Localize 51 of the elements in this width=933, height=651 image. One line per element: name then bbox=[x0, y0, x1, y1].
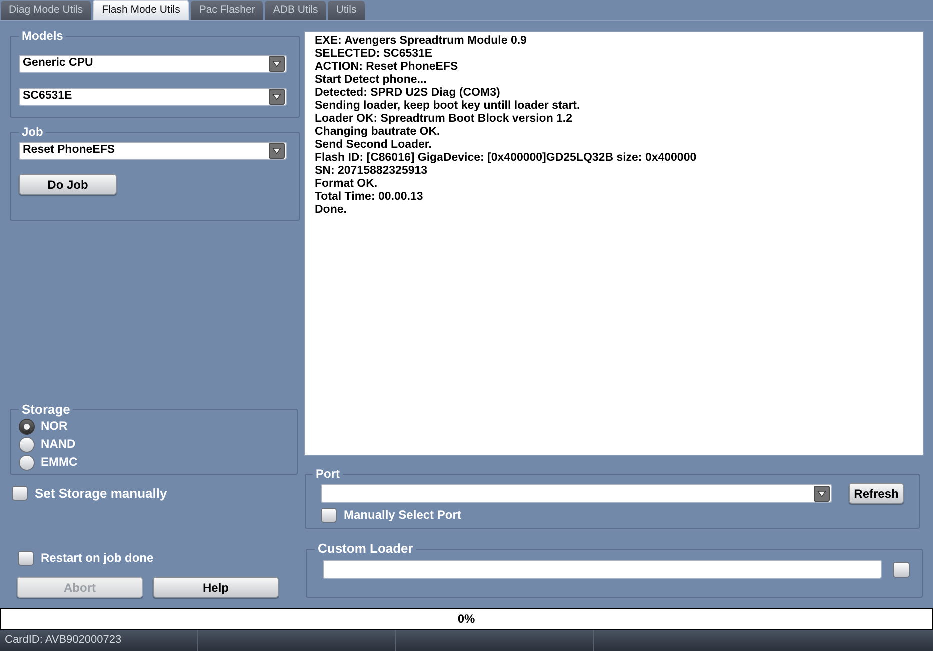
caret-icon bbox=[269, 143, 285, 159]
progress-label: 0% bbox=[458, 611, 476, 628]
log-line: Changing bautrate OK. bbox=[315, 126, 442, 139]
log-line: Start Detect phone... bbox=[315, 74, 428, 87]
checkbox-label: Manually Select Port bbox=[344, 507, 462, 524]
log-line: Sending loader, keep boot key untill loader start. bbox=[315, 100, 582, 113]
checkbox[interactable] bbox=[321, 508, 337, 522]
tab[interactable]: Flash Mode Utils bbox=[93, 0, 190, 20]
log-line: Done. bbox=[315, 204, 348, 217]
radio-label: EMMC bbox=[41, 455, 78, 470]
group-title: Job bbox=[21, 126, 44, 139]
loader-path-field[interactable] bbox=[323, 560, 882, 579]
card-id-label: CardID: AVB902000723 bbox=[5, 633, 122, 648]
group-title: Port bbox=[315, 468, 341, 481]
log-line: Flash ID: [C86016] GigaDevice: [0x400000]GD25LQ32B size: 0x400000 bbox=[315, 152, 698, 165]
tab[interactable]: Diag Mode Utils bbox=[1, 1, 92, 20]
action-button[interactable]: Help bbox=[153, 577, 279, 598]
job-dropdown[interactable]: Reset PhoneEFS bbox=[19, 142, 287, 160]
log-line: Detected: SPRD U2S Diag (COM3) bbox=[315, 87, 502, 100]
refresh-button[interactable]: Refresh bbox=[849, 483, 904, 504]
group-title: Models bbox=[21, 30, 64, 43]
port-dropdown[interactable] bbox=[321, 484, 832, 503]
group-title: Custom Loader bbox=[317, 541, 414, 557]
caret-icon bbox=[269, 89, 285, 105]
radio-button[interactable] bbox=[19, 436, 35, 452]
checkbox[interactable] bbox=[18, 550, 34, 566]
checkbox[interactable] bbox=[12, 486, 28, 501]
checkbox-label: Restart on job done bbox=[41, 550, 154, 567]
group-title: Storage bbox=[21, 402, 72, 416]
caret-icon bbox=[269, 56, 285, 72]
log-line: Loader OK: Spreadtrum Boot Block version 1.2 bbox=[315, 113, 574, 126]
log-line: Send Second Loader. bbox=[315, 139, 433, 152]
log-line: Total Time: 00.00.13 bbox=[315, 191, 424, 204]
log-line: Format OK. bbox=[315, 178, 379, 191]
radio-label: NOR bbox=[41, 419, 68, 434]
log-line: SELECTED: SC6531E bbox=[315, 48, 434, 61]
do-job-button[interactable]: Do Job bbox=[19, 174, 117, 195]
checkbox[interactable] bbox=[893, 562, 910, 578]
model-dropdown[interactable]: Generic CPU bbox=[19, 55, 287, 73]
radio-label: NAND bbox=[41, 437, 76, 452]
tab[interactable]: ADB Utils bbox=[265, 1, 326, 20]
log-line: ACTION: Reset PhoneEFS bbox=[315, 61, 460, 74]
tab[interactable]: Utils bbox=[328, 1, 365, 20]
log-line: EXE: Avengers Spreadtrum Module 0.9 bbox=[315, 35, 528, 48]
caret-icon bbox=[814, 486, 830, 502]
tab[interactable]: Pac Flasher bbox=[191, 1, 264, 20]
log-line: SN: 20715882325913 bbox=[315, 165, 429, 178]
radio-button[interactable] bbox=[19, 418, 35, 434]
model-dropdown[interactable]: SC6531E bbox=[19, 88, 287, 106]
radio-button[interactable] bbox=[19, 454, 35, 470]
checkbox-label: Set Storage manually bbox=[35, 484, 168, 503]
